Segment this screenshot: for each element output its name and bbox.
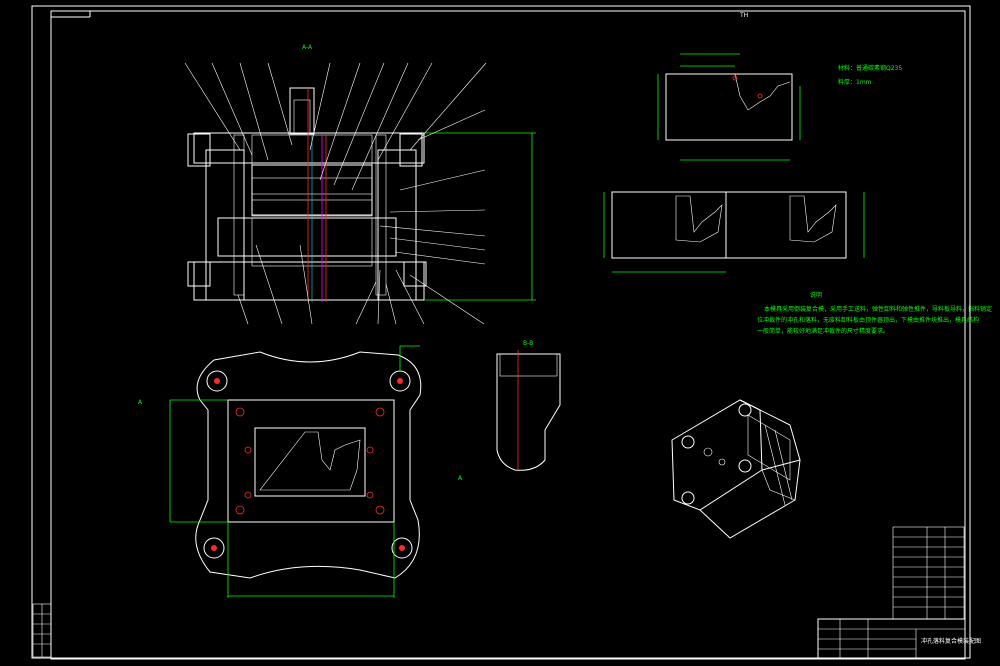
notes-line-1: 本模具采用倒装复合模，采用手工送料，弹性卸料和弹性推件，导料板导料，挡料销定 xyxy=(764,305,992,313)
binding-stamp xyxy=(32,603,52,658)
strip-layout xyxy=(603,191,865,273)
material-note: 材料：普通碳素钢Q235 xyxy=(838,64,902,72)
detail-b-b: B-B xyxy=(496,340,561,471)
top-label: TH xyxy=(739,12,748,19)
notes-line-2: 位冲裁件的冲孔和落料，无废料卸料板由顶件器顶出，下模由推件块推出，模具结构 xyxy=(757,316,979,324)
main-section-view: A-A xyxy=(184,44,536,325)
detail-label: B-B xyxy=(523,340,533,347)
notes-line-3: 一般简单，能较好地满足冲裁件的尺寸精度要求。 xyxy=(757,327,889,335)
section-label: A-A xyxy=(302,44,313,51)
title-block-name: 冲孔落料复合模装配图 xyxy=(921,637,981,645)
notes-title: 说明 xyxy=(810,291,822,299)
plan-view: A A xyxy=(138,345,463,598)
title-block: 冲孔落料复合模装配图 xyxy=(817,526,981,660)
isometric-view xyxy=(671,399,801,539)
thickness-note: 料厚：1mm xyxy=(838,78,872,86)
svg-text:A: A xyxy=(458,475,463,482)
svg-text:A: A xyxy=(138,399,143,406)
part-drawing: 材料：普通碳素钢Q235 料厚：1mm xyxy=(657,53,902,161)
technical-notes: 说明 本模具采用倒装复合模，采用手工送料，弹性卸料和弹性推件，导料板导料，挡料销… xyxy=(757,291,992,335)
drawing-sheet: TH A-A A A B-B 材料：普通碳素钢Q235 料厚：1mm 说明 本模… xyxy=(31,5,992,660)
